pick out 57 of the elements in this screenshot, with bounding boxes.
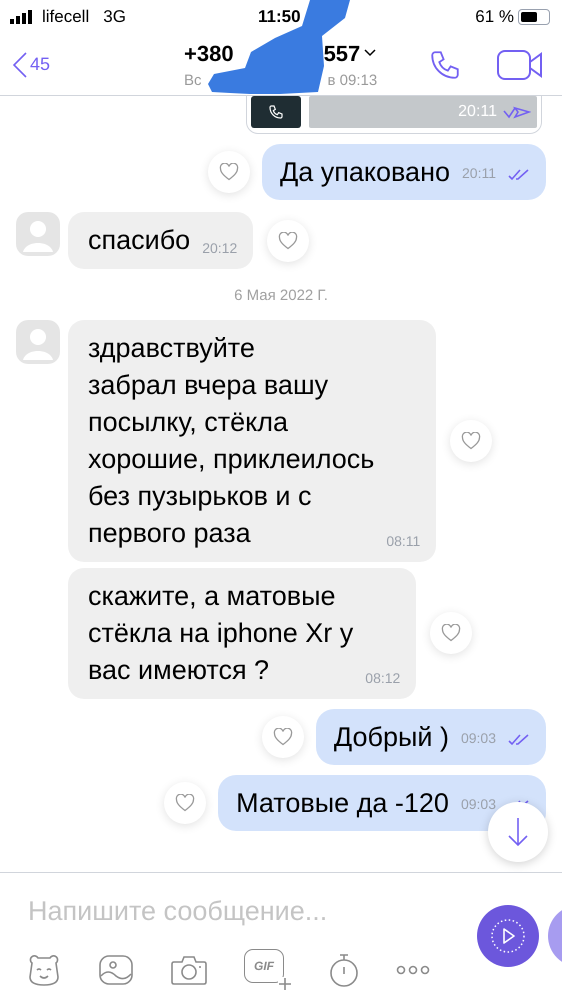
like-button[interactable] — [262, 716, 304, 758]
battery-icon — [518, 9, 550, 25]
message-text: Добрый ) — [334, 720, 449, 754]
like-button[interactable] — [267, 220, 310, 262]
arrow-down-icon — [507, 817, 529, 847]
timer-button[interactable] — [328, 952, 360, 988]
phone-icon — [268, 104, 284, 120]
stopwatch-icon — [328, 952, 360, 988]
heart-icon — [278, 232, 298, 250]
heart-icon — [272, 728, 293, 746]
message-text: Матовые да -120 — [236, 786, 449, 820]
sent-arrow-icon — [503, 105, 531, 119]
sticker-button[interactable] — [26, 953, 62, 987]
message-time: 08:11 — [386, 532, 420, 550]
heart-icon — [175, 794, 196, 812]
battery-percent: 61 % — [475, 6, 514, 28]
message-text: скажите, а матовые стёкла на iphone Xr у вас имеются ? — [88, 580, 354, 686]
video-camera-icon — [496, 48, 544, 80]
carrier-name: lifecell — [42, 6, 90, 28]
date-label: 6 Мая 2022 Г. — [234, 286, 328, 306]
like-button[interactable] — [430, 612, 472, 654]
last-seen: в 09:13 — [328, 70, 378, 91]
read-ticks-icon — [508, 734, 530, 746]
message-time: 20:11 — [462, 164, 496, 183]
gallery-button[interactable] — [98, 954, 134, 986]
last-seen: Вс — [184, 70, 202, 91]
video-call-button[interactable] — [496, 48, 544, 80]
more-icon — [396, 965, 430, 975]
chevron-down-icon — [364, 49, 376, 58]
message-input[interactable]: Напишите сообщение... — [28, 891, 428, 932]
chevron-left-icon — [12, 50, 28, 78]
camera-button[interactable] — [170, 954, 208, 986]
message-time: 09:03 — [460, 794, 496, 814]
like-button[interactable] — [164, 782, 206, 824]
more-button[interactable] — [396, 965, 430, 975]
back-button[interactable]: 45 — [12, 50, 162, 78]
camera-icon — [170, 954, 208, 986]
bear-face-icon — [26, 953, 62, 987]
message-text: здравствуйте забрал вчера вашу посылку, стёкла хорошие, приклеилось без пузырьков и с первого раза — [88, 332, 374, 550]
read-ticks-icon — [508, 169, 530, 181]
heart-icon — [461, 432, 482, 450]
network-type: 3G — [103, 6, 126, 28]
message-text: Да упаковано — [280, 156, 450, 189]
message-text: спасибо — [88, 224, 190, 257]
contact-title: +380 — [184, 40, 234, 68]
message-time: 20:12 — [202, 239, 238, 258]
clock: 11:50 — [258, 6, 301, 28]
like-button[interactable] — [208, 151, 250, 193]
contact-title: 557 — [324, 40, 360, 68]
like-button[interactable] — [450, 420, 492, 462]
call-button[interactable] — [251, 96, 301, 128]
heart-icon — [441, 624, 462, 642]
message-time: 08:12 — [365, 668, 400, 688]
heart-icon — [218, 163, 239, 181]
message-time: 20:11 — [458, 102, 497, 122]
image-icon — [98, 954, 134, 986]
message-time: 09:03 — [460, 728, 496, 748]
